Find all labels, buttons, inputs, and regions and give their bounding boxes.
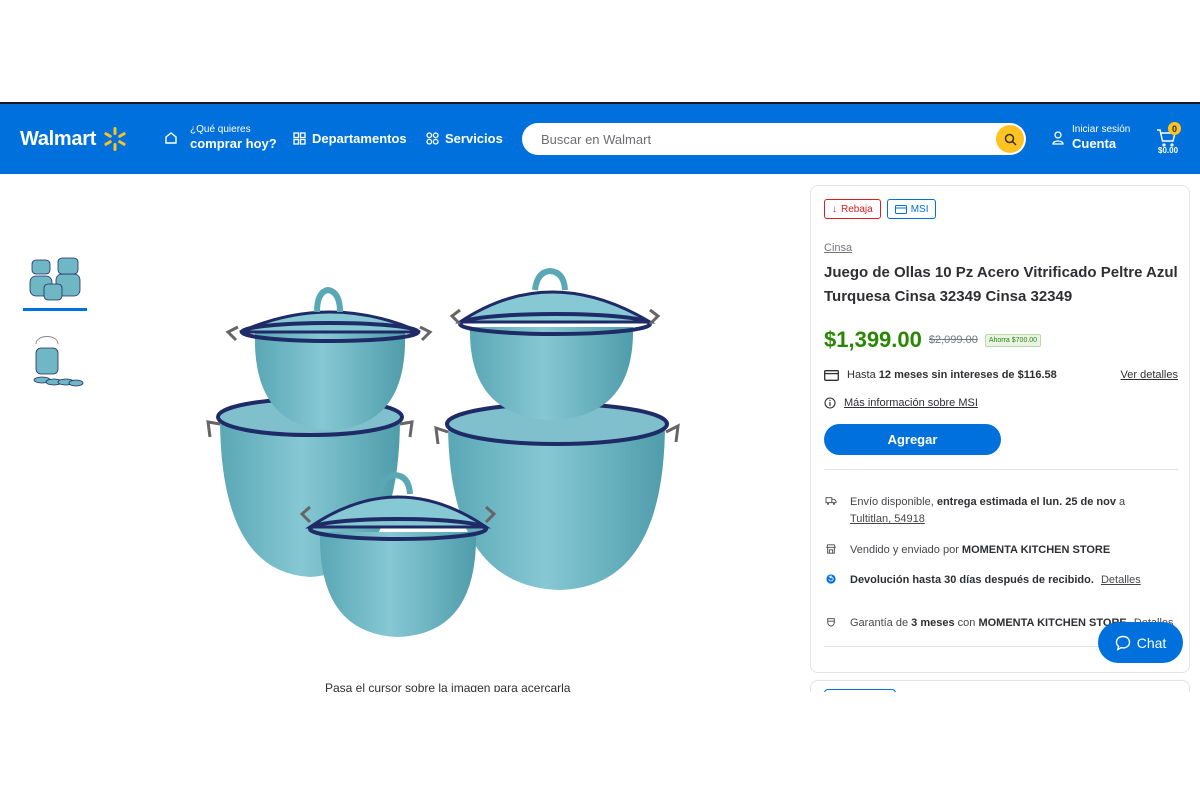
installments-details-link[interactable]: Ver detalles	[1121, 369, 1178, 381]
account-label-big: Cuenta	[1072, 136, 1117, 151]
credit-card-icon	[824, 369, 839, 381]
installments-offer: 12 meses sin intereses de $116.58	[878, 369, 1057, 381]
price-row: $1,399.00 $2,099.00 Ahorra $700.00	[824, 327, 1042, 353]
home-icon	[165, 132, 177, 144]
returns-text: Devolución hasta 30 días después de reci…	[850, 574, 1094, 586]
walmart-product-page: Walmart ¿Qué quieres comprar hoy? Depart…	[0, 102, 1200, 692]
returns-details-link[interactable]: Detalles	[1101, 574, 1141, 586]
search-bar	[522, 123, 1026, 155]
shield-icon	[827, 618, 835, 627]
cart-count-badge: 0	[1168, 122, 1181, 135]
savings-badge: Ahorra $700.00	[984, 333, 1042, 347]
warranty-duration: 3 meses	[911, 617, 955, 629]
shipping-suffix: a	[1115, 496, 1126, 508]
grid-icon	[293, 132, 306, 145]
user-icon	[1052, 131, 1064, 145]
home-label-big: comprar hoy?	[190, 136, 277, 151]
spark-icon	[104, 127, 126, 151]
rebaja-badge: ↓ Rebaja	[824, 199, 881, 219]
shipping-prefix: Envío disponible,	[850, 496, 937, 508]
departments-menu[interactable]: Departamentos	[293, 131, 407, 146]
msi-info-link[interactable]: Más información sobre MSI	[844, 397, 978, 409]
seller-name: MOMENTA KITCHEN STORE	[961, 544, 1111, 556]
add-to-cart-button[interactable]: Agregar	[824, 424, 1001, 455]
installments-prefix: Hasta	[847, 369, 879, 381]
returns-info: Devolución hasta 30 días después de reci…	[824, 572, 1178, 589]
account-label-small: Iniciar sesión	[1072, 124, 1131, 135]
shipping-info: Envío disponible, entrega estimada el lu…	[824, 494, 1178, 528]
stacked-pots-thumbnail-image	[33, 336, 84, 387]
divider	[824, 469, 1178, 470]
msi-badge-label: MSI	[910, 203, 929, 215]
account-menu[interactable]: Iniciar sesión Cuenta	[1052, 124, 1130, 152]
home-shortcut[interactable]: ¿Qué quieres comprar hoy?	[164, 124, 277, 152]
seller-info: Vendido y enviado por MOMENTA KITCHEN ST…	[824, 542, 1178, 559]
top-navigation-bar: Walmart ¿Qué quieres comprar hoy? Depart…	[0, 102, 1200, 174]
product-title: Juego de Ollas 10 Pz Acero Vitrificado P…	[824, 264, 1178, 305]
secondary-panel	[810, 680, 1190, 692]
chat-label: Chat	[1136, 634, 1167, 651]
search-button[interactable]	[996, 125, 1024, 153]
cart-button[interactable]: 0 $0.00	[1156, 122, 1186, 158]
logo-text: Walmart	[20, 127, 97, 150]
promo-badges: ↓ Rebaja MSI	[824, 199, 937, 219]
zoom-hint-text: Pasa el cursor sobre la imagen para acer…	[325, 681, 571, 692]
credit-card-icon	[894, 204, 907, 214]
returns-icon	[826, 574, 836, 584]
was-price: $2,099.00	[928, 334, 978, 346]
thumbnail-product-set[interactable]	[23, 247, 87, 311]
truck-icon	[825, 497, 837, 505]
brand-link[interactable]: Cinsa	[824, 242, 852, 254]
services-label: Servicios	[445, 131, 503, 146]
current-price: $1,399.00	[824, 327, 922, 352]
shipping-location-link[interactable]: Tultitlan, 54918	[850, 513, 925, 525]
rebaja-badge-label: Rebaja	[841, 203, 873, 215]
pot-set-thumbnail-image	[29, 257, 81, 300]
warranty-prefix: Garantía de	[850, 617, 912, 629]
departments-label: Departamentos	[312, 131, 407, 146]
installments-row: Hasta 12 meses sin intereses de $116.58 …	[824, 369, 1178, 381]
product-info-panel: ↓ Rebaja MSI Cinsa Juego de Ollas 10 Pz …	[810, 185, 1190, 673]
services-icon	[426, 132, 439, 145]
store-icon	[826, 544, 836, 554]
home-label-small: ¿Qué quieres	[190, 124, 251, 135]
seller-prefix: Vendido y enviado por	[850, 544, 962, 556]
search-icon	[1004, 133, 1017, 146]
cart-total: $0.00	[1158, 146, 1179, 155]
walmart-logo[interactable]: Walmart	[20, 126, 128, 152]
chat-button[interactable]: Chat	[1098, 622, 1183, 663]
info-icon	[824, 397, 836, 409]
msi-info-row: Más información sobre MSI	[824, 397, 978, 409]
shipping-estimate: entrega estimada el lun. 25 de nov	[936, 496, 1116, 508]
thumbnail-stacked-set[interactable]	[23, 330, 87, 394]
search-input[interactable]	[541, 131, 981, 147]
chat-bubble-icon	[1115, 635, 1130, 651]
warranty-mid: con	[954, 617, 979, 629]
arrow-down-icon: ↓	[832, 203, 837, 215]
secondary-panel-tab[interactable]	[824, 689, 896, 692]
msi-badge: MSI	[886, 199, 937, 219]
product-main-image[interactable]	[180, 192, 720, 692]
pot-top-right	[449, 267, 661, 420]
services-menu[interactable]: Servicios	[426, 131, 503, 146]
